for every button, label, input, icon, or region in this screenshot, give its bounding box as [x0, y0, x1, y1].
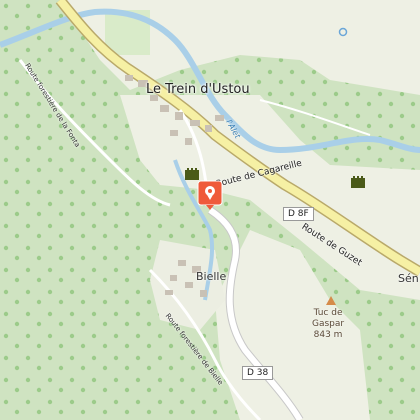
castle-icon[interactable]	[184, 166, 200, 180]
peak-name-line1: Tuc de	[313, 308, 343, 318]
place-label-sen: Sén	[398, 272, 419, 285]
place-label-bielle: Bielle	[196, 270, 227, 283]
peak-elevation: 843 m	[313, 330, 343, 340]
marker-circle-icon[interactable]	[338, 27, 348, 37]
map-canvas[interactable]: Le Trein d'Ustou Bielle Sén Route de Cag…	[0, 0, 420, 420]
map-layers	[0, 0, 420, 420]
peak-triangle-icon	[326, 296, 336, 305]
shield-d8f: D 8F	[283, 207, 314, 221]
shield-d38: D 38	[242, 366, 274, 380]
place-label-trein: Le Trein d'Ustou	[146, 82, 250, 97]
peak-label: Tuc de Gaspar 843 m	[312, 308, 344, 341]
peak-name-line2: Gaspar	[312, 319, 345, 329]
map-pin-icon[interactable]	[197, 180, 223, 210]
castle-icon[interactable]	[350, 174, 366, 188]
